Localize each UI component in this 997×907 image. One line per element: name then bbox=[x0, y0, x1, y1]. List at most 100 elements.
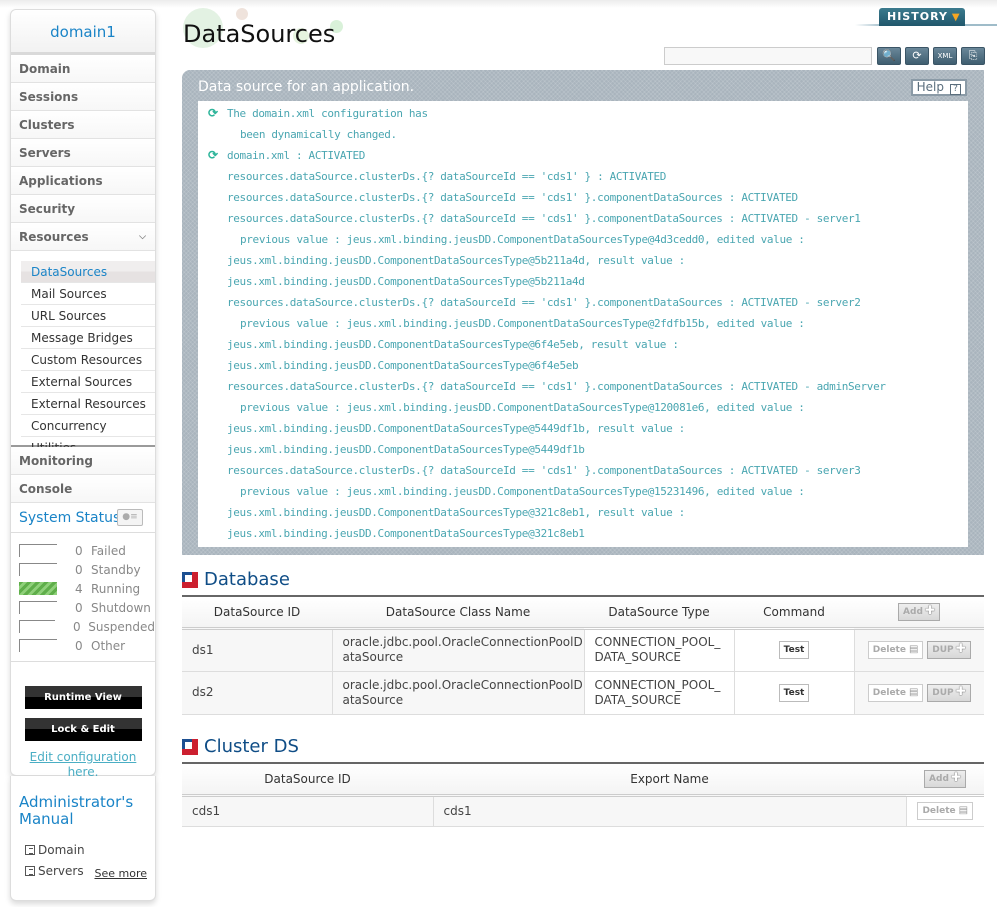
nav-item-security[interactable]: Security bbox=[11, 195, 155, 223]
status-label: Shutdown bbox=[91, 600, 151, 615]
delete-button[interactable]: Delete ▤ bbox=[867, 641, 924, 659]
status-label: Running bbox=[91, 581, 141, 596]
system-status-title: System Status bbox=[19, 510, 121, 526]
test-button[interactable]: Test bbox=[778, 641, 810, 659]
log-text: jeus.xml.binding.jeusDD.ComponentDataSou… bbox=[227, 275, 585, 288]
sub-item-external-sources[interactable]: External Sources bbox=[21, 371, 155, 393]
sub-item-custom-resources[interactable]: Custom Resources bbox=[21, 349, 155, 371]
xml-export-button[interactable]: XML bbox=[933, 47, 957, 65]
sub-item-external-resources[interactable]: External Resources bbox=[21, 393, 155, 415]
database-table: DataSource ID DataSource Class Name Data… bbox=[182, 595, 984, 715]
status-label: Standby bbox=[91, 562, 141, 577]
refresh-status-icon: ⟳ bbox=[208, 106, 218, 120]
dup-button[interactable]: DUP ✚ bbox=[927, 683, 971, 702]
refresh-button[interactable]: ⟳ bbox=[905, 47, 929, 65]
manual-item-domain[interactable]: Domain bbox=[19, 840, 147, 861]
sub-item-url-sources[interactable]: URL Sources bbox=[21, 305, 155, 327]
delete-label: Delete bbox=[922, 806, 956, 816]
xml-export-icon: XML bbox=[937, 52, 953, 60]
info-panel: Data source for an application. Help? ⟳ T… bbox=[182, 70, 984, 555]
dup-button[interactable]: DUP ✚ bbox=[927, 641, 971, 659]
nav-item-sessions[interactable]: Sessions bbox=[11, 83, 155, 111]
log-line: jeus.xml.binding.jeusDD.ComponentDataSou… bbox=[208, 250, 968, 271]
log-line: resources.dataSource.clusterDs.{? dataSo… bbox=[208, 166, 968, 187]
log-line: resources.dataSource.clusterDs.{? dataSo… bbox=[208, 460, 968, 481]
log-text: domain.xml : ACTIVATED bbox=[227, 149, 365, 162]
log-line: resources.dataSource.clusterDs.{? dataSo… bbox=[208, 292, 968, 313]
delete-button[interactable]: Delete ▤ bbox=[917, 802, 974, 820]
nav-item-console[interactable]: Console bbox=[11, 475, 155, 503]
nav-item-resources[interactable]: Resources ⌵ bbox=[11, 223, 155, 251]
manual-title-line1: Administrator's bbox=[19, 793, 134, 811]
add-datasource-button[interactable]: Add ✚ bbox=[898, 602, 940, 621]
log-text: been dynamically changed. bbox=[240, 128, 397, 141]
resources-subnav: DataSources Mail Sources URL Sources Mes… bbox=[11, 251, 155, 455]
test-button[interactable]: Test bbox=[778, 683, 810, 702]
log-text: jeus.xml.binding.jeusDD.ComponentDataSou… bbox=[227, 338, 679, 351]
sub-item-message-bridges[interactable]: Message Bridges bbox=[21, 327, 155, 349]
status-bar bbox=[19, 639, 57, 652]
status-count: 0 bbox=[75, 638, 83, 653]
add-cluster-ds-button[interactable]: Add ✚ bbox=[924, 769, 966, 788]
section-icon bbox=[182, 571, 198, 588]
sub-item-concurrency-utilities[interactable]: Concurrency Utilities bbox=[21, 415, 155, 455]
nav-item-monitoring[interactable]: Monitoring bbox=[11, 447, 155, 475]
section-icon bbox=[182, 738, 198, 755]
nav-item-applications[interactable]: Applications bbox=[11, 167, 155, 195]
status-label: Suspended bbox=[88, 619, 155, 634]
nav-item-servers[interactable]: Servers bbox=[11, 139, 155, 167]
runtime-view-button[interactable]: Runtime View bbox=[24, 686, 142, 709]
log-line: jeus.xml.binding.jeusDD.ComponentDataSou… bbox=[208, 502, 968, 523]
help-label: Help bbox=[916, 80, 944, 94]
type-line2: DATA_SOURCE bbox=[594, 692, 681, 707]
domain-title[interactable]: domain1 bbox=[11, 10, 155, 55]
log-line: previous value : jeus.xml.binding.jeusDD… bbox=[208, 397, 968, 418]
add-label: Add bbox=[929, 773, 949, 784]
log-line: jeus.xml.binding.jeusDD.ComponentDataSou… bbox=[208, 439, 968, 460]
cell-type: CONNECTION_POOL_ DATA_SOURCE bbox=[584, 671, 735, 715]
status-count: 4 bbox=[75, 581, 83, 596]
log-text: previous value : jeus.xml.binding.jeusDD… bbox=[240, 317, 805, 330]
database-section-header: Database bbox=[182, 569, 290, 590]
log-text: resources.dataSource.clusterDs.{? dataSo… bbox=[227, 380, 886, 393]
cell-class: oracle.jdbc.pool.OracleConnectionPoolD at… bbox=[332, 628, 585, 672]
page-title: DataSources bbox=[183, 20, 336, 48]
history-button[interactable]: HISTORY ▼ bbox=[879, 8, 965, 26]
search-button[interactable]: 🔍 bbox=[877, 47, 901, 65]
cell-type: CONNECTION_POOL_ DATA_SOURCE bbox=[584, 628, 735, 672]
admin-manual: Administrator's Manual Domain Servers Se… bbox=[10, 776, 156, 901]
cell-id: cds1 bbox=[182, 795, 434, 827]
search-input[interactable] bbox=[664, 47, 872, 65]
col-header: DataSource Type bbox=[584, 595, 734, 630]
report-icon: ⎘ bbox=[968, 49, 978, 62]
sub-item-datasources[interactable]: DataSources bbox=[21, 261, 155, 283]
table-row: ds1 oracle.jdbc.pool.OracleConnectionPoo… bbox=[182, 628, 984, 672]
edit-controls: Runtime View Lock & Edit Edit configurat… bbox=[11, 661, 155, 780]
cluster-ds-table: DataSource ID Export Name Add ✚ cds1 cds1… bbox=[182, 762, 984, 827]
delete-icon: ▤ bbox=[908, 644, 919, 655]
log-text: jeus.xml.binding.jeusDD.ComponentDataSou… bbox=[227, 422, 685, 435]
log-line: jeus.xml.binding.jeusDD.ComponentDataSou… bbox=[208, 355, 968, 376]
sub-item-mail-sources[interactable]: Mail Sources bbox=[21, 283, 155, 305]
log-text: jeus.xml.binding.jeusDD.ComponentDataSou… bbox=[227, 443, 585, 456]
type-line1: CONNECTION_POOL_ bbox=[594, 635, 721, 649]
lock-edit-button[interactable]: Lock & Edit bbox=[24, 718, 142, 741]
nav-item-resources-label: Resources bbox=[19, 230, 89, 244]
database-title: Database bbox=[204, 569, 290, 590]
status-count: 0 bbox=[75, 600, 83, 615]
nav-item-domain[interactable]: Domain bbox=[11, 55, 155, 83]
report-button[interactable]: ⎘ bbox=[961, 47, 985, 65]
help-button[interactable]: Help? bbox=[910, 79, 967, 96]
status-toggle-icon[interactable]: ●≡ bbox=[117, 509, 143, 526]
status-bar bbox=[19, 544, 57, 557]
log-line: jeus.xml.binding.jeusDD.ComponentDataSou… bbox=[208, 418, 968, 439]
nav-item-clusters[interactable]: Clusters bbox=[11, 111, 155, 139]
manual-item-label: Servers bbox=[38, 864, 84, 878]
see-more-link[interactable]: See more bbox=[94, 863, 147, 884]
history-label: HISTORY bbox=[887, 10, 948, 23]
dup-label: DUP bbox=[932, 645, 954, 655]
plus-icon: ✚ bbox=[955, 641, 966, 655]
delete-button[interactable]: Delete ▤ bbox=[867, 683, 924, 702]
col-header: DataSource ID bbox=[182, 595, 332, 630]
manual-item-servers[interactable]: Servers See more bbox=[19, 861, 147, 882]
